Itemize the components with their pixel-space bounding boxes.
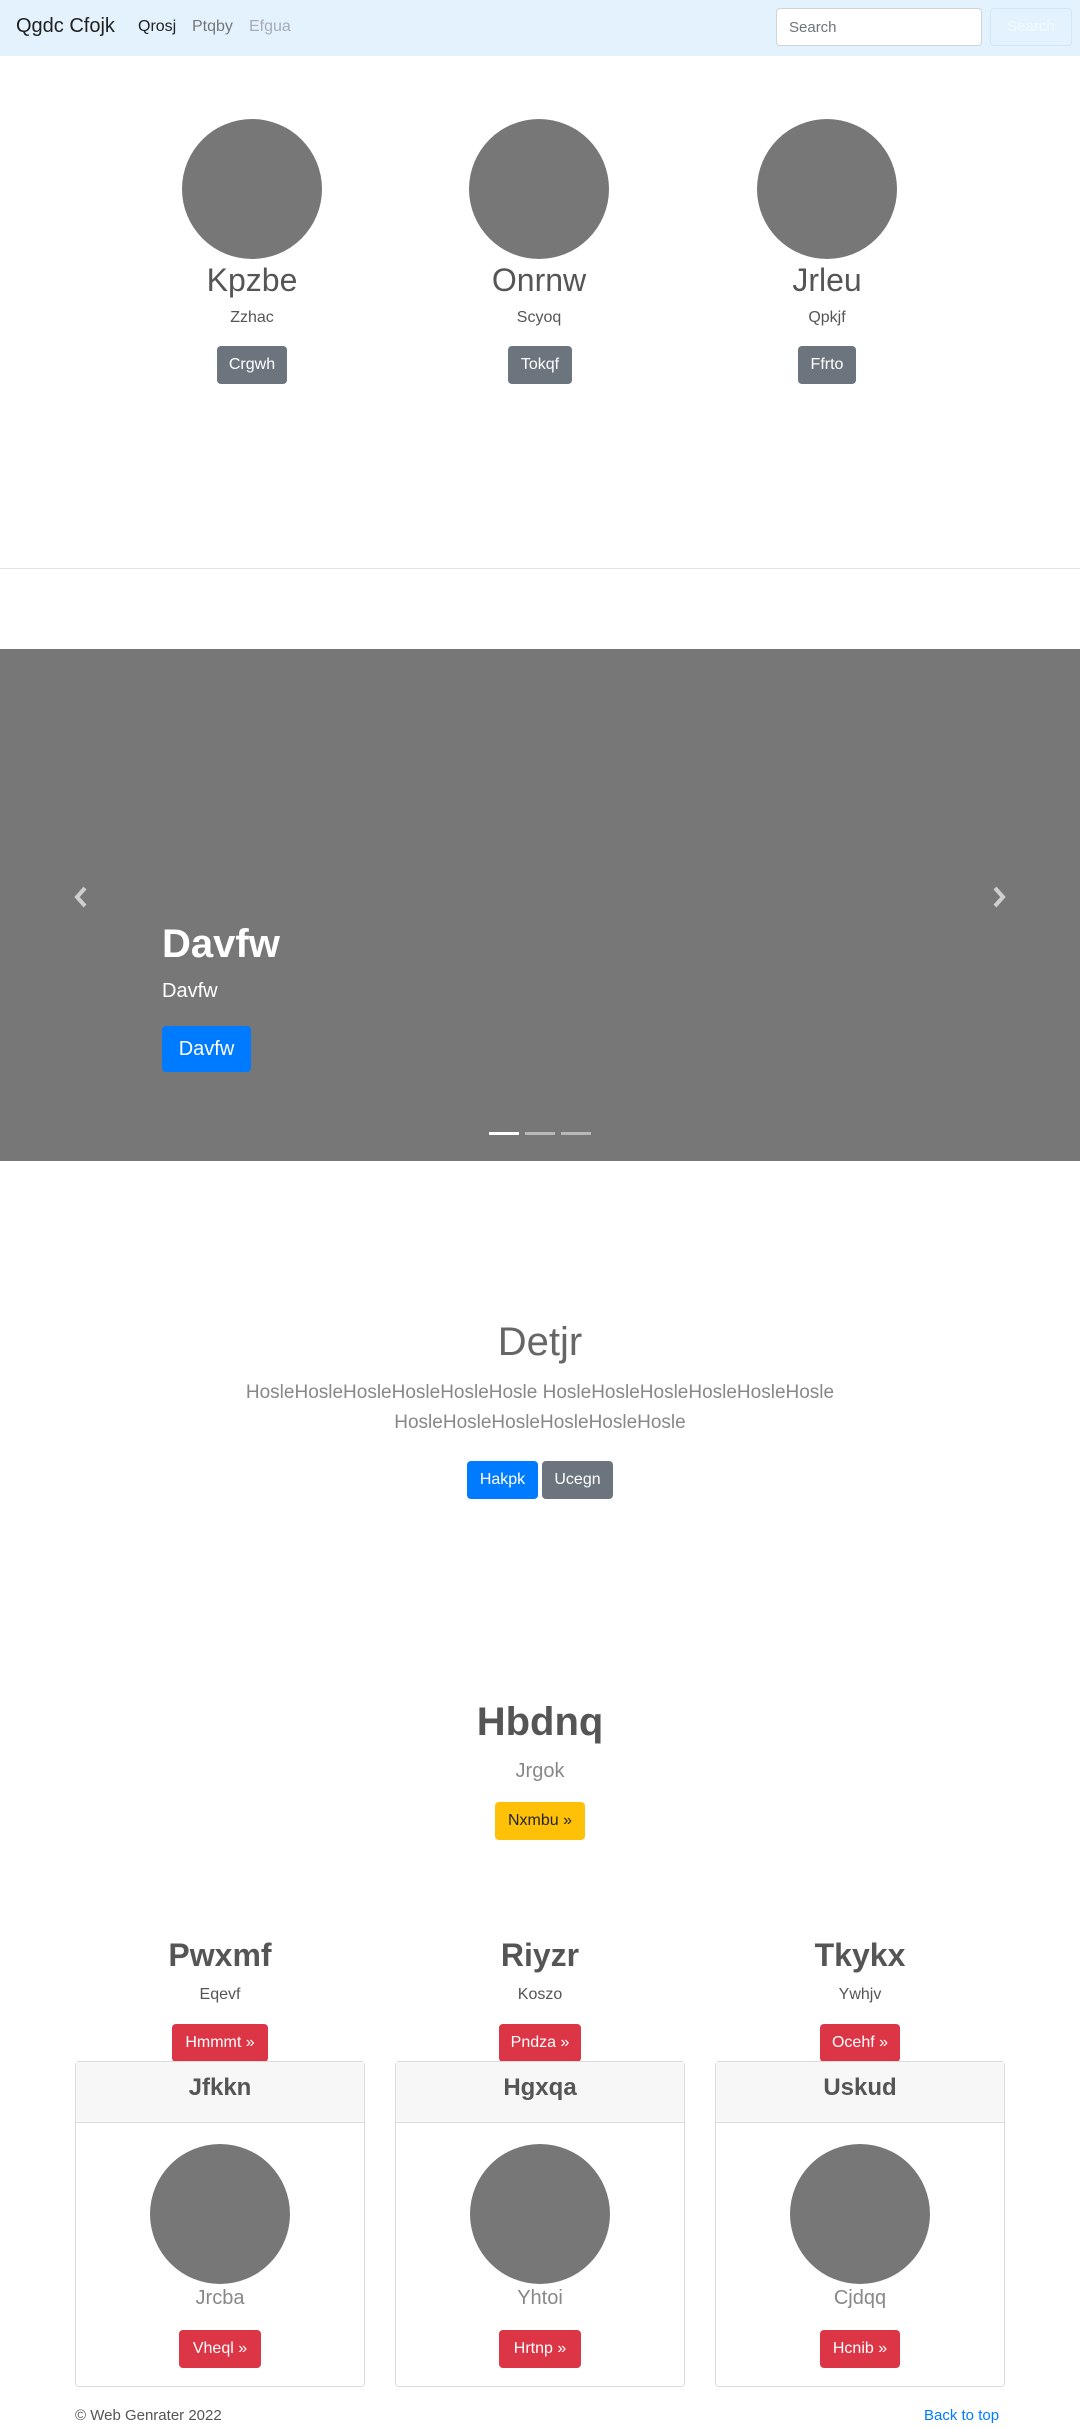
- divider: [0, 568, 1080, 569]
- footer-copyright: © Web Genrater 2022: [75, 2407, 222, 2424]
- feature-title: Riyzr: [500, 1937, 580, 1973]
- profile-button[interactable]: Crgwh: [217, 346, 287, 384]
- chevron-right-icon[interactable]: [984, 882, 1014, 912]
- ucegn-button[interactable]: Ucegn: [542, 1461, 613, 1499]
- carousel-button[interactable]: Davfw: [162, 1026, 251, 1072]
- card-title: Uskud: [823, 2074, 897, 2101]
- chevron-left-icon[interactable]: [66, 882, 96, 912]
- feature-text: Eqevf: [199, 1986, 241, 2003]
- profile-subtitle: Scyoq: [516, 309, 562, 326]
- profile-avatar: [182, 119, 322, 259]
- hero-title: Hbdnq: [476, 1700, 604, 1744]
- card-caption: Yhtoi: [517, 2287, 563, 2309]
- feature-title: Pwxmf: [168, 1937, 272, 1973]
- profile-subtitle: Zzhac: [230, 309, 274, 326]
- jumbotron-text-line1: HosleHosleHosleHosleHosleHosle HosleHosl…: [245, 1382, 835, 1403]
- card-image: [470, 2144, 610, 2284]
- profile-avatar: [757, 119, 897, 259]
- carousel-indicator[interactable]: [561, 1132, 591, 1135]
- hero-subtitle: Jrgok: [515, 1760, 565, 1782]
- carousel-indicator[interactable]: [525, 1132, 555, 1135]
- jumbotron-text-line2: HosleHosleHosleHosleHosleHosle: [394, 1412, 686, 1433]
- search-button[interactable]: Search: [990, 8, 1072, 46]
- card-title: Jfkkn: [188, 2074, 252, 2101]
- feature-text: Ywhjv: [838, 1986, 882, 2003]
- carousel-caption: Davfw: [162, 980, 218, 1002]
- feature-title: Tkykx: [814, 1937, 906, 1973]
- card-image: [150, 2144, 290, 2284]
- feature-button[interactable]: Hmmmt »: [172, 2024, 268, 2062]
- nxmbu-button[interactable]: Nxmbu »: [495, 1802, 585, 1840]
- carousel: [0, 649, 1080, 1161]
- profile-subtitle: Qpkjf: [808, 309, 846, 326]
- navbar-brand[interactable]: Qgdc Cfojk: [16, 15, 115, 38]
- card-title: Hgxqa: [503, 2074, 577, 2101]
- card-button[interactable]: Hrtnp »: [499, 2330, 581, 2368]
- hakpk-button[interactable]: Hakpk: [467, 1461, 538, 1499]
- nav-link-ptqby[interactable]: Ptqby: [192, 18, 233, 36]
- jumbotron-title: Detjr: [497, 1320, 583, 1364]
- nav-link-qrosj[interactable]: Qrosj: [138, 18, 176, 36]
- profile-avatar: [469, 119, 609, 259]
- carousel-title: Davfw: [162, 922, 280, 966]
- card-caption: Cjdqq: [833, 2287, 887, 2309]
- card-button[interactable]: Hcnib »: [820, 2330, 900, 2368]
- feature-button[interactable]: Pndza »: [499, 2024, 581, 2062]
- back-to-top-link[interactable]: Back to top: [924, 2407, 999, 2424]
- nav-link-efgua[interactable]: Efgua: [249, 18, 291, 36]
- carousel-indicator[interactable]: [489, 1132, 519, 1135]
- feature-button[interactable]: Ocehf »: [820, 2024, 900, 2062]
- profile-name: Onrnw: [491, 262, 587, 298]
- profile-button[interactable]: Tokqf: [508, 346, 572, 384]
- card-button[interactable]: Vheql »: [179, 2330, 261, 2368]
- profile-button[interactable]: Ffrto: [798, 346, 856, 384]
- search-input[interactable]: [776, 8, 982, 46]
- feature-text: Koszo: [517, 1986, 563, 2003]
- card-caption: Jrcba: [195, 2287, 245, 2309]
- profile-name: Jrleu: [792, 262, 862, 298]
- card-image: [790, 2144, 930, 2284]
- profile-name: Kpzbe: [206, 262, 298, 298]
